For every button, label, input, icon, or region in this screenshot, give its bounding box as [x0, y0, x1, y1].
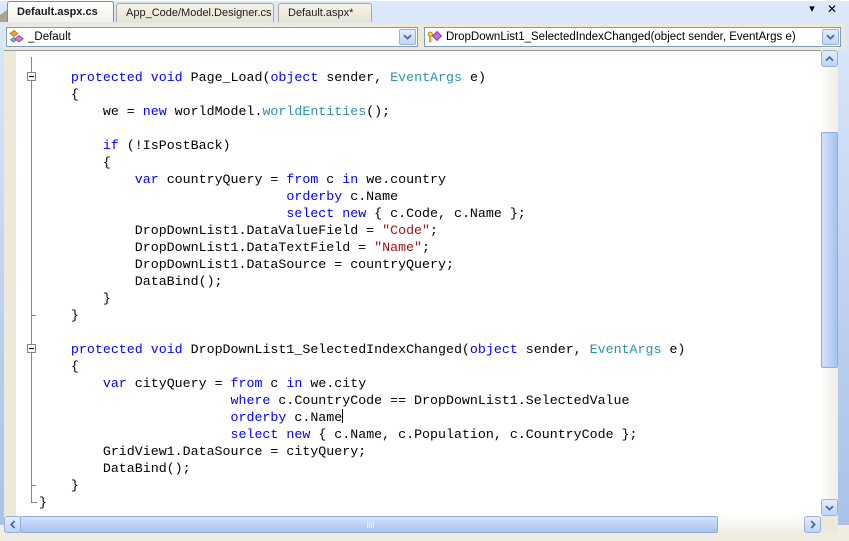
vertical-scrollbar[interactable]	[821, 50, 838, 516]
code-editor[interactable]: protected void Page_Load(object sender, …	[4, 50, 821, 516]
collapse-minus-box[interactable]	[27, 72, 36, 81]
code-line: {	[39, 87, 79, 102]
chevron-down-icon[interactable]	[822, 29, 839, 45]
code-text: protected void Page_Load(object sender, …	[39, 69, 685, 511]
collapse-minus-box[interactable]	[27, 344, 36, 353]
tab-default-aspx[interactable]: Default.aspx*	[278, 3, 372, 22]
code-line: DropDownList1.DataValueField = "Code";	[39, 223, 438, 238]
code-editor-window: Default.aspx.cs App_Code/Model.Designer.c…	[0, 0, 849, 541]
outline-guide-line	[31, 354, 32, 485]
code-line: DropDownList1.DataTextField = "Name";	[39, 240, 431, 255]
code-line: orderby c.Name	[286, 189, 399, 204]
code-line: GridView1.DataSource = cityQuery;	[39, 444, 367, 459]
outline-end-tick	[31, 485, 36, 486]
types-dropdown[interactable]: _Default	[6, 27, 418, 47]
class-icon	[9, 30, 24, 43]
outline-end-tick	[31, 315, 36, 316]
code-line: }	[39, 291, 111, 306]
scroll-right-button[interactable]	[804, 516, 821, 533]
vertical-scroll-thumb[interactable]	[821, 132, 838, 368]
indicator-margin	[4, 51, 17, 516]
code-line: orderby c.Name	[230, 409, 344, 425]
members-dropdown-value: DropDownList1_SelectedIndexChanged(objec…	[446, 31, 796, 43]
close-button[interactable]: ✕	[824, 1, 840, 16]
code-line: DataBind();	[39, 274, 223, 289]
types-dropdown-value: _Default	[28, 31, 71, 43]
code-line: select new { c.Name, c.Population, c.Cou…	[230, 427, 638, 442]
horizontal-scroll-thumb[interactable]	[20, 516, 718, 533]
scrollbar-corner	[821, 516, 838, 533]
code-line: if (!IsPostBack)	[102, 138, 231, 153]
code-line: where c.CountryCode == DropDownList1.Sel…	[230, 393, 630, 408]
code-line: {	[39, 359, 79, 374]
code-line: var countryQuery = from c in we.country	[134, 172, 447, 187]
members-dropdown[interactable]: DropDownList1_SelectedIndexChanged(objec…	[424, 27, 841, 47]
tab-app-code-model-designer-cs[interactable]: App_Code/Model.Designer.cs	[116, 3, 274, 22]
outline-corner-tick	[31, 502, 37, 503]
thumb-grip	[367, 521, 374, 528]
document-list-button[interactable]: ▾	[804, 1, 820, 16]
code-line: protected void Page_Load(object sender, …	[70, 70, 486, 85]
code-line: var cityQuery = from c in we.city	[102, 376, 367, 391]
horizontal-scrollbar[interactable]	[4, 516, 821, 533]
scroll-up-button[interactable]	[821, 50, 838, 67]
text-caret	[342, 409, 344, 423]
code-line: }	[39, 495, 47, 510]
tab-default-aspx-cs[interactable]: Default.aspx.cs	[7, 1, 114, 22]
code-line: we = new worldModel.worldEntities();	[39, 104, 391, 119]
code-line: protected void DropDownList1_SelectedInd…	[70, 342, 686, 357]
navigation-bar: _Default DropDownList1_SelectedIndexChan…	[4, 23, 845, 50]
code-line: select new { c.Code, c.Name };	[286, 206, 526, 221]
chevron-down-icon[interactable]	[399, 29, 416, 45]
code-line: }	[39, 308, 79, 323]
scroll-left-button[interactable]	[4, 516, 21, 533]
outline-guide-line	[31, 82, 32, 315]
code-line: }	[39, 478, 79, 493]
code-line: DataBind();	[39, 461, 191, 476]
scroll-down-button[interactable]	[821, 499, 838, 516]
document-tab-strip: Default.aspx.cs App_Code/Model.Designer.c…	[0, 0, 849, 22]
code-line: DropDownList1.DataSource = countryQuery;	[39, 257, 454, 272]
method-icon	[427, 30, 443, 43]
code-line: {	[39, 155, 111, 170]
